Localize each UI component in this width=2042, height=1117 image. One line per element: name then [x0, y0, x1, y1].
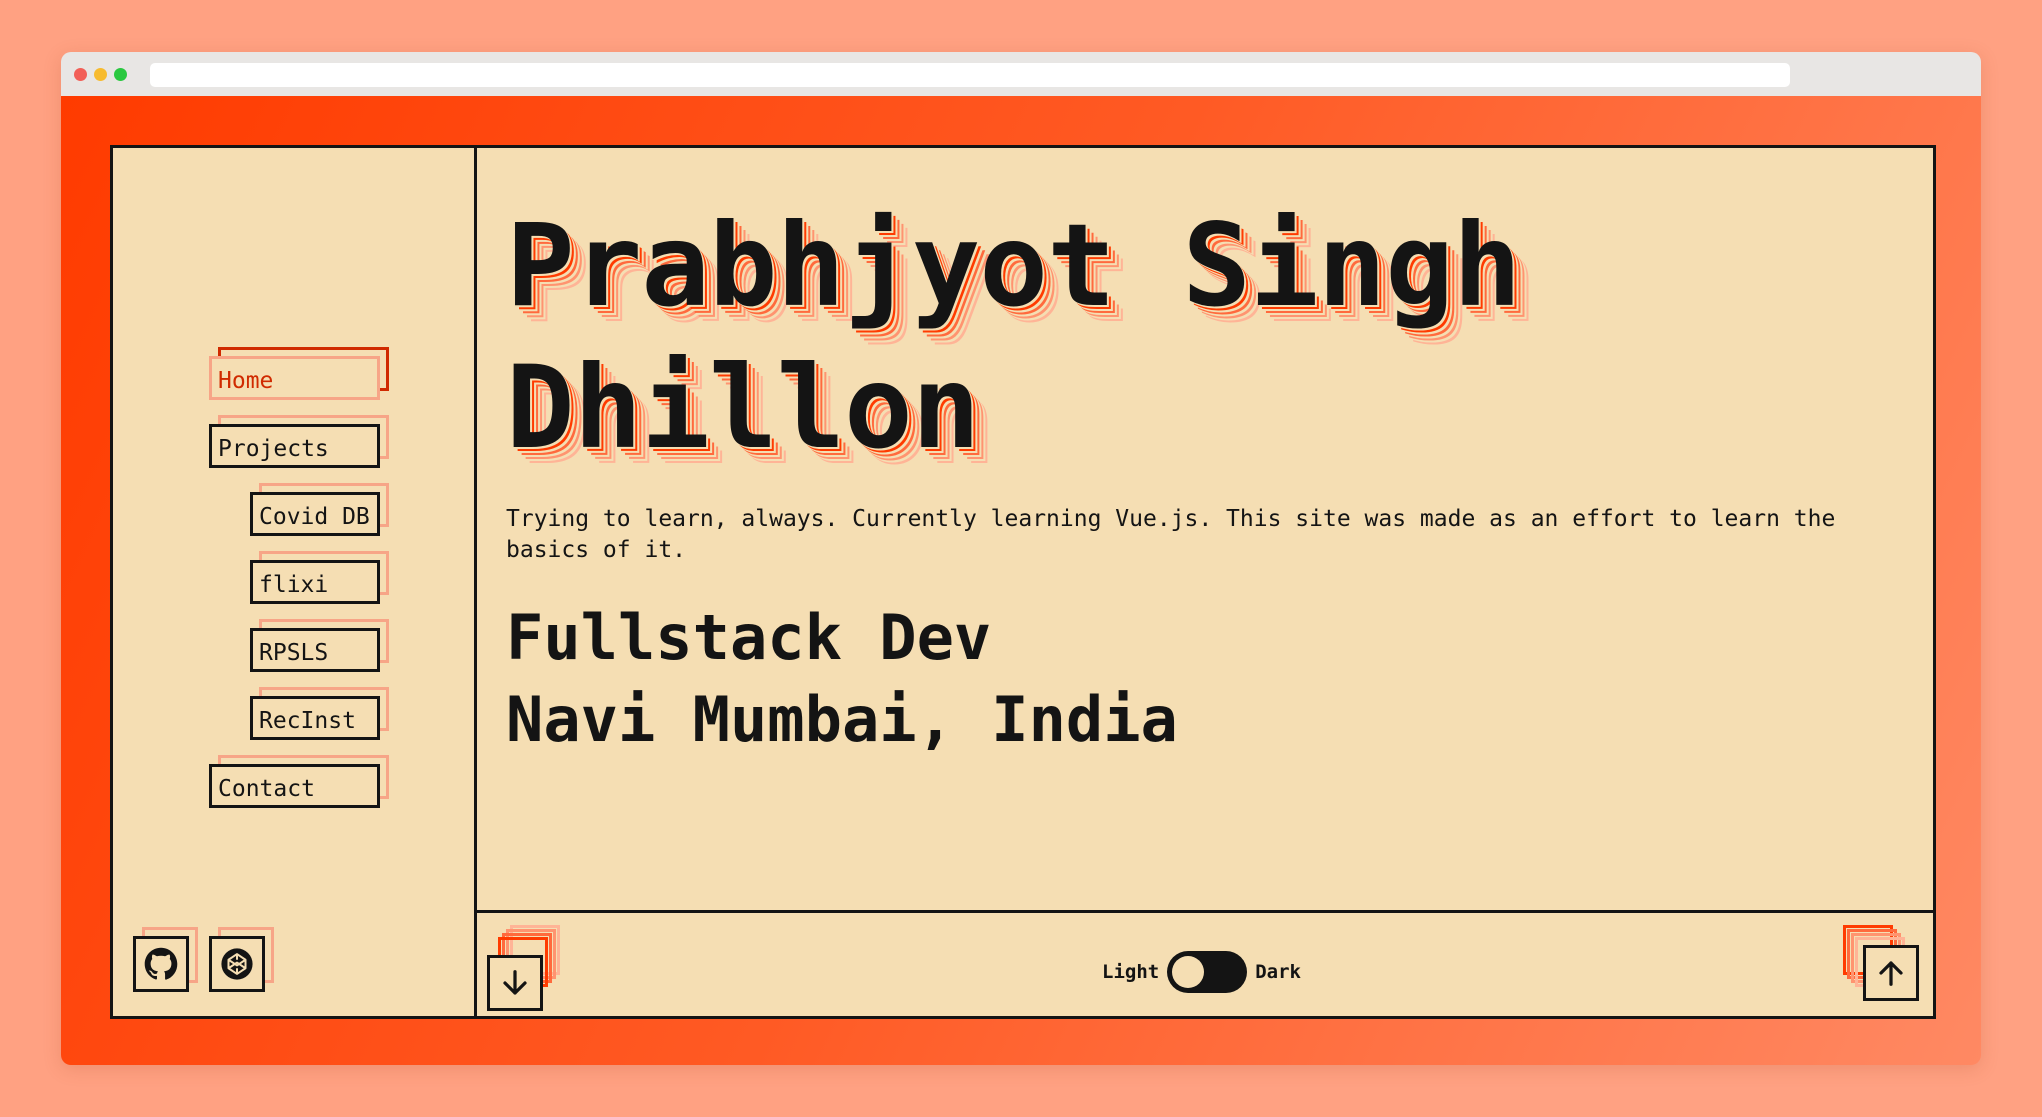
browser-chrome: [61, 52, 1981, 96]
scroll-up-button[interactable]: [1843, 925, 1919, 1001]
intro-text: Trying to learn, always. Currently learn…: [506, 506, 1836, 563]
footer-bar: Light Dark: [477, 910, 1933, 1019]
address-bar[interactable]: [150, 63, 1790, 87]
nav-item-label: flixi: [250, 560, 380, 604]
name-line-1: Prabhjyot Singh: [506, 199, 1522, 332]
nav-item-covid-db[interactable]: Covid DB: [250, 483, 389, 536]
nav-item-label: Home: [209, 356, 380, 400]
maximize-window-dot[interactable]: [114, 68, 127, 81]
nav-item-label: Projects: [209, 424, 380, 468]
close-window-dot[interactable]: [74, 68, 87, 81]
nav-item-rpsls[interactable]: RPSLS: [250, 619, 389, 672]
arrow-up-icon: [1879, 961, 1903, 986]
theme-switch-knob: [1172, 956, 1205, 988]
theme-toggle: Light Dark: [1102, 951, 1301, 993]
nav-item-label: Covid DB: [250, 492, 380, 536]
name-line-2: Dhillon: [506, 341, 980, 474]
minimize-window-dot[interactable]: [94, 68, 107, 81]
codepen-icon: [221, 948, 253, 980]
nav-item-home[interactable]: Home: [209, 347, 389, 400]
nav-item-flixi[interactable]: flixi: [250, 551, 389, 604]
page-background: Home Projects Covid DB flixi RPSLS RecIn…: [61, 96, 1981, 1065]
page-title: Prabhjyot Singh Dhillon: [506, 195, 1522, 479]
sidebar: Home Projects Covid DB flixi RPSLS RecIn…: [113, 148, 477, 1016]
nav-item-contact[interactable]: Contact: [209, 755, 389, 808]
browser-window: Home Projects Covid DB flixi RPSLS RecIn…: [61, 52, 1981, 1065]
codepen-link[interactable]: [209, 927, 274, 992]
theme-light-label: Light: [1102, 961, 1160, 983]
scroll-down-button[interactable]: [487, 925, 560, 1011]
role-heading: Fullstack Dev: [506, 601, 992, 674]
nav-item-projects[interactable]: Projects: [209, 415, 389, 468]
location-heading: Navi Mumbai, India: [506, 683, 1178, 756]
nav-item-label: Contact: [209, 764, 380, 808]
nav-item-recinst[interactable]: RecInst: [250, 687, 389, 740]
nav-item-label: RPSLS: [250, 628, 380, 672]
theme-dark-label: Dark: [1255, 961, 1301, 983]
theme-switch[interactable]: [1167, 951, 1248, 993]
github-icon: [144, 947, 178, 980]
github-link[interactable]: [133, 927, 198, 992]
main-content: Prabhjyot Singh Dhillon Trying to learn,…: [477, 148, 1933, 1016]
arrow-down-icon: [503, 970, 527, 995]
nav-item-label: RecInst: [250, 696, 380, 740]
site-frame: Home Projects Covid DB flixi RPSLS RecIn…: [110, 145, 1936, 1019]
